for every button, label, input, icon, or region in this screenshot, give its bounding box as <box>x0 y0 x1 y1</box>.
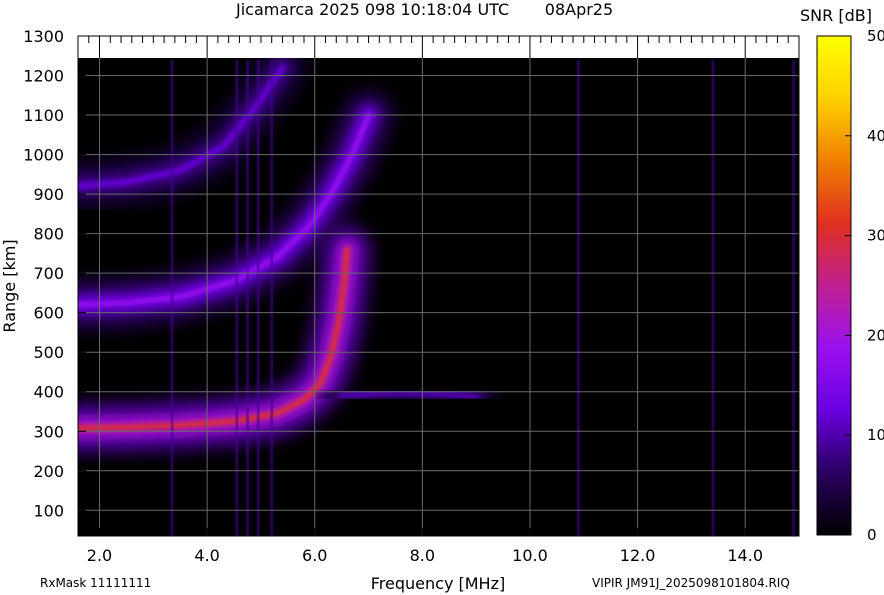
y-tick-label: 500 <box>33 343 64 362</box>
x-axis-label: Frequency [MHz] <box>371 574 505 593</box>
colorbar-tick-label: 30 <box>867 227 884 245</box>
x-tick-label: 4.0 <box>194 546 219 565</box>
y-axis-ticks: 100 200 300 400 500 600 700 800 900 1000 1100 1200 1… <box>23 27 86 520</box>
colorbar-tick-label: 10 <box>867 426 884 444</box>
y-tick-label: 700 <box>33 264 64 283</box>
y-tick-label: 1200 <box>23 67 64 86</box>
interference-line <box>235 60 239 536</box>
y-tick-label: 800 <box>33 225 64 244</box>
colorbar-tick-label: 20 <box>867 326 884 344</box>
y-tick-label: 300 <box>33 422 64 441</box>
colorbar-tick-label: 50 <box>867 27 884 45</box>
colorbar <box>816 35 852 536</box>
x-tick-label: 10.0 <box>512 546 548 565</box>
colorbar-tick-label: 40 <box>867 127 884 145</box>
top-tick-strip <box>78 36 799 58</box>
interference-line <box>792 60 796 536</box>
x-tick-label: 2.0 <box>87 546 112 565</box>
y-tick-label: 900 <box>33 185 64 204</box>
x-tick-label: 8.0 <box>410 546 435 565</box>
y-tick-label: 100 <box>33 501 64 520</box>
y-tick-label: 1000 <box>23 146 64 165</box>
interference-line <box>170 60 174 536</box>
x-tick-label: 14.0 <box>727 546 763 565</box>
y-tick-label: 400 <box>33 383 64 402</box>
interference-line <box>576 60 580 536</box>
y-tick-label: 1300 <box>23 27 64 46</box>
interference-line <box>711 60 715 536</box>
interference-line <box>245 60 249 536</box>
ionogram-chart: 2.0 4.0 6.0 8.0 10.0 12.0 14.0 100200300400500… <box>0 27 884 593</box>
y-tick-label: 200 <box>33 462 64 481</box>
y-tick-label: 1100 <box>23 106 64 125</box>
interference-line <box>270 60 274 536</box>
colorbar-tick-label: 0 <box>867 526 877 544</box>
x-tick-label: 6.0 <box>302 546 327 565</box>
interference-line <box>256 60 260 536</box>
x-tick-label: 12.0 <box>620 546 656 565</box>
y-axis-label: Range [km] <box>0 239 19 332</box>
y-tick-label: 600 <box>33 304 64 323</box>
